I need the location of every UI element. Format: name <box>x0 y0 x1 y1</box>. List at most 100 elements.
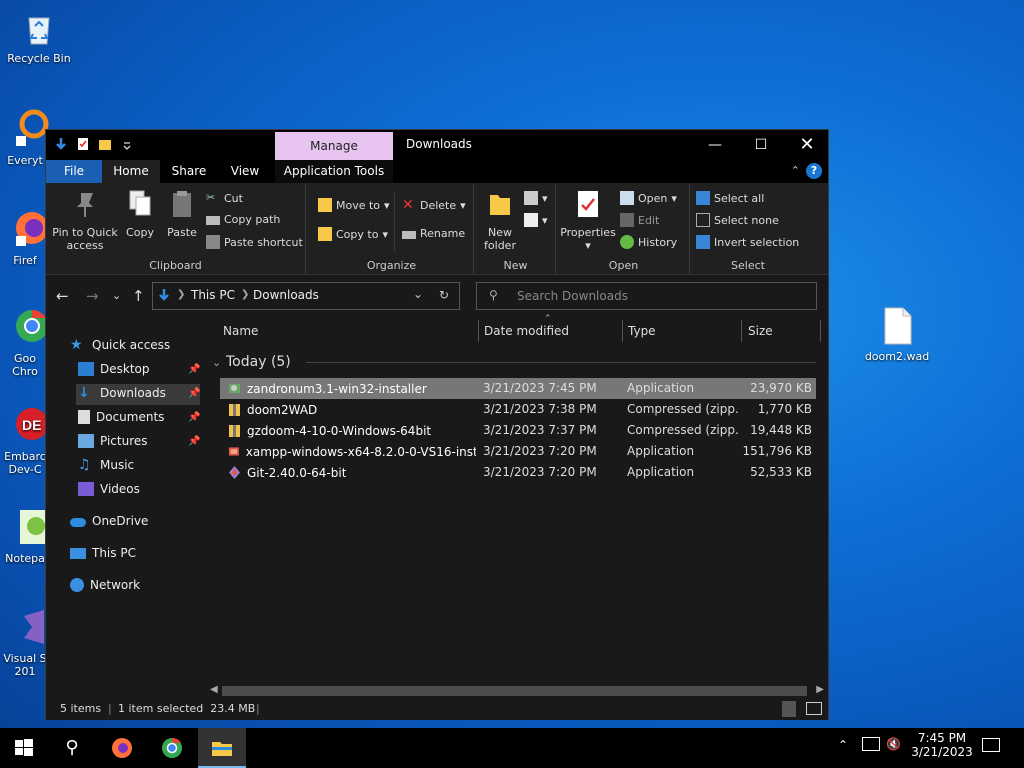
scroll-left-icon[interactable]: ◀ <box>210 684 218 695</box>
desktop-icon-recycle-bin[interactable]: Recycle Bin <box>3 8 75 65</box>
desktop-icon-chrome[interactable]: Goo Chro <box>0 306 50 378</box>
search-input[interactable]: ⚲ Search Downloads <box>476 282 817 310</box>
desktop-icon-everything[interactable]: Everyt <box>0 108 50 167</box>
nav-item-downloads[interactable]: ↓ Downloads <box>78 386 166 400</box>
properties-check-icon[interactable] <box>76 136 90 152</box>
paste-button[interactable]: Paste <box>162 189 202 239</box>
help-icon[interactable]: ? <box>806 163 822 179</box>
properties-button[interactable]: Properties ▾ <box>560 189 616 252</box>
invert-selection-button[interactable]: Invert selection <box>696 235 799 249</box>
minimize-button[interactable]: — <box>692 130 738 160</box>
column-header-date[interactable]: Date modified <box>484 324 569 338</box>
search-icon[interactable]: ⚲ <box>60 736 84 760</box>
address-dropdown-icon[interactable]: ⌄ <box>413 287 423 301</box>
maximize-button[interactable]: ☐ <box>738 130 784 160</box>
large-icons-view-icon[interactable] <box>806 702 822 715</box>
nav-item-quick-access[interactable]: ★ Quick access <box>70 338 170 352</box>
title-bar[interactable]: Manage Downloads — ☐ ✕ <box>46 130 828 160</box>
network-tray-icon[interactable] <box>862 737 880 751</box>
column-header-size[interactable]: Size <box>748 324 773 338</box>
chrome-icon[interactable] <box>160 736 184 760</box>
column-header-name[interactable]: Name <box>223 324 258 338</box>
nav-item-music[interactable]: ♫ Music <box>78 458 134 472</box>
back-arrow-icon[interactable]: ← <box>56 287 69 305</box>
ribbon-group-clipboard: Pin to Quick access Copy Paste ✂ Cut Cop… <box>46 183 306 275</box>
edit-button[interactable]: Edit <box>620 213 659 227</box>
group-header-today[interactable]: Today (5) <box>226 354 291 370</box>
history-button[interactable]: History <box>620 235 677 249</box>
table-row[interactable]: gzdoom-4-10-0-Windows-64bit 3/21/2023 7:… <box>220 420 816 441</box>
tab-file[interactable]: File <box>46 160 102 183</box>
group-collapse-icon[interactable]: ⌄ <box>212 356 221 369</box>
down-arrow-icon[interactable] <box>54 136 68 152</box>
scroll-right-icon[interactable]: ▶ <box>816 684 824 695</box>
refresh-icon[interactable]: ↻ <box>439 288 449 302</box>
column-separator[interactable] <box>741 320 742 342</box>
up-arrow-icon[interactable]: ↑ <box>132 287 145 305</box>
volume-muted-icon[interactable]: 🔇 <box>886 737 901 751</box>
tab-share[interactable]: Share <box>164 160 214 183</box>
table-row[interactable]: doom2WAD 3/21/2023 7:38 PM Compressed (z… <box>220 399 816 420</box>
pin-to-quick-access-button[interactable]: Pin to Quick access <box>52 189 118 252</box>
tab-view[interactable]: View <box>220 160 270 183</box>
cut-button[interactable]: ✂ Cut <box>206 191 243 205</box>
file-list[interactable]: Name Date modified Type Size ⌃ ⌄ Today (… <box>206 314 828 686</box>
close-button[interactable]: ✕ <box>784 130 830 160</box>
tab-home[interactable]: Home <box>102 160 160 183</box>
horizontal-scrollbar[interactable]: ◀ ▶ <box>206 684 828 698</box>
table-row[interactable]: zandronum3.1-win32-installer 3/21/2023 7… <box>220 378 816 399</box>
column-separator[interactable] <box>622 320 623 342</box>
copy-button[interactable]: Copy <box>120 189 160 239</box>
select-all-button[interactable]: Select all <box>696 191 764 205</box>
column-separator[interactable] <box>478 320 479 342</box>
clock[interactable]: 7:45 PM 3/21/2023 <box>910 731 974 759</box>
breadcrumb-this-pc[interactable]: This PC <box>191 288 235 302</box>
collapse-ribbon-icon[interactable]: ⌃ <box>791 164 800 177</box>
paste-shortcut-button[interactable]: Paste shortcut <box>206 235 303 249</box>
desktop-icon-embarcadero[interactable]: DE Embarc Dev-C <box>0 404 50 476</box>
recent-locations-icon[interactable]: ⌄ <box>112 289 121 302</box>
new-folder-button[interactable]: New folder <box>480 189 520 252</box>
nav-item-this-pc[interactable]: This PC <box>70 546 136 560</box>
explorer-window[interactable]: Manage Downloads — ☐ ✕ File Home Share V… <box>45 129 829 720</box>
nav-item-network[interactable]: Network <box>70 578 140 592</box>
desktop-icon-visual-studio[interactable]: Visual S 201 <box>0 606 50 678</box>
easy-access-button[interactable]: ▾ <box>524 213 548 227</box>
desktop-icon-doom2[interactable]: doom2.wad <box>861 306 933 363</box>
firefox-icon[interactable] <box>110 736 134 760</box>
windows-start-icon[interactable] <box>12 736 36 760</box>
taskbar-explorer-active[interactable] <box>198 728 246 768</box>
tab-application-tools[interactable]: Application Tools <box>275 160 393 183</box>
desktop-icon-notepad[interactable]: Notepa <box>0 506 50 565</box>
column-separator[interactable] <box>820 320 821 342</box>
scrollbar-thumb[interactable] <box>222 686 807 696</box>
nav-item-onedrive[interactable]: OneDrive <box>70 514 148 528</box>
nav-item-desktop[interactable]: Desktop <box>78 362 150 376</box>
breadcrumb-downloads[interactable]: Downloads <box>253 288 319 302</box>
forward-arrow-icon[interactable]: → <box>86 287 99 305</box>
nav-item-videos[interactable]: Videos <box>78 482 140 496</box>
rename-button[interactable]: Rename <box>402 227 465 240</box>
copy-path-button[interactable]: Copy path <box>206 213 280 226</box>
delete-label: Delete <box>420 198 457 212</box>
customize-dropdown-icon[interactable] <box>120 136 134 152</box>
details-view-icon[interactable] <box>782 701 796 717</box>
column-header-type[interactable]: Type <box>628 324 656 338</box>
delete-button[interactable]: ✕ Delete ▾ <box>402 198 466 212</box>
address-bar[interactable]: ❯ This PC ❯ Downloads ⌄ ↻ <box>152 282 460 310</box>
table-row[interactable]: Git-2.40.0-64-bit 3/21/2023 7:20 PM Appl… <box>220 462 816 483</box>
table-row[interactable]: xampp-windows-x64-8.2.0-0-VS16-instal...… <box>220 441 816 462</box>
select-none-button[interactable]: Select none <box>696 213 779 227</box>
new-folder-icon[interactable] <box>98 136 112 152</box>
nav-item-pictures[interactable]: Pictures <box>78 434 148 448</box>
notifications-icon[interactable] <box>982 738 1000 752</box>
nav-item-documents[interactable]: Documents <box>78 410 164 424</box>
clock-time: 7:45 PM <box>917 731 967 745</box>
move-to-button[interactable]: Move to ▾ <box>318 198 390 212</box>
copy-to-button[interactable]: Copy to ▾ <box>318 227 388 241</box>
manage-tab[interactable]: Manage <box>275 132 393 160</box>
new-item-button[interactable]: ▾ <box>524 191 548 205</box>
show-hidden-icons[interactable]: ⌃ <box>838 738 848 752</box>
desktop-icon-firefox[interactable]: Firef <box>0 208 50 267</box>
open-button[interactable]: Open ▾ <box>620 191 677 205</box>
